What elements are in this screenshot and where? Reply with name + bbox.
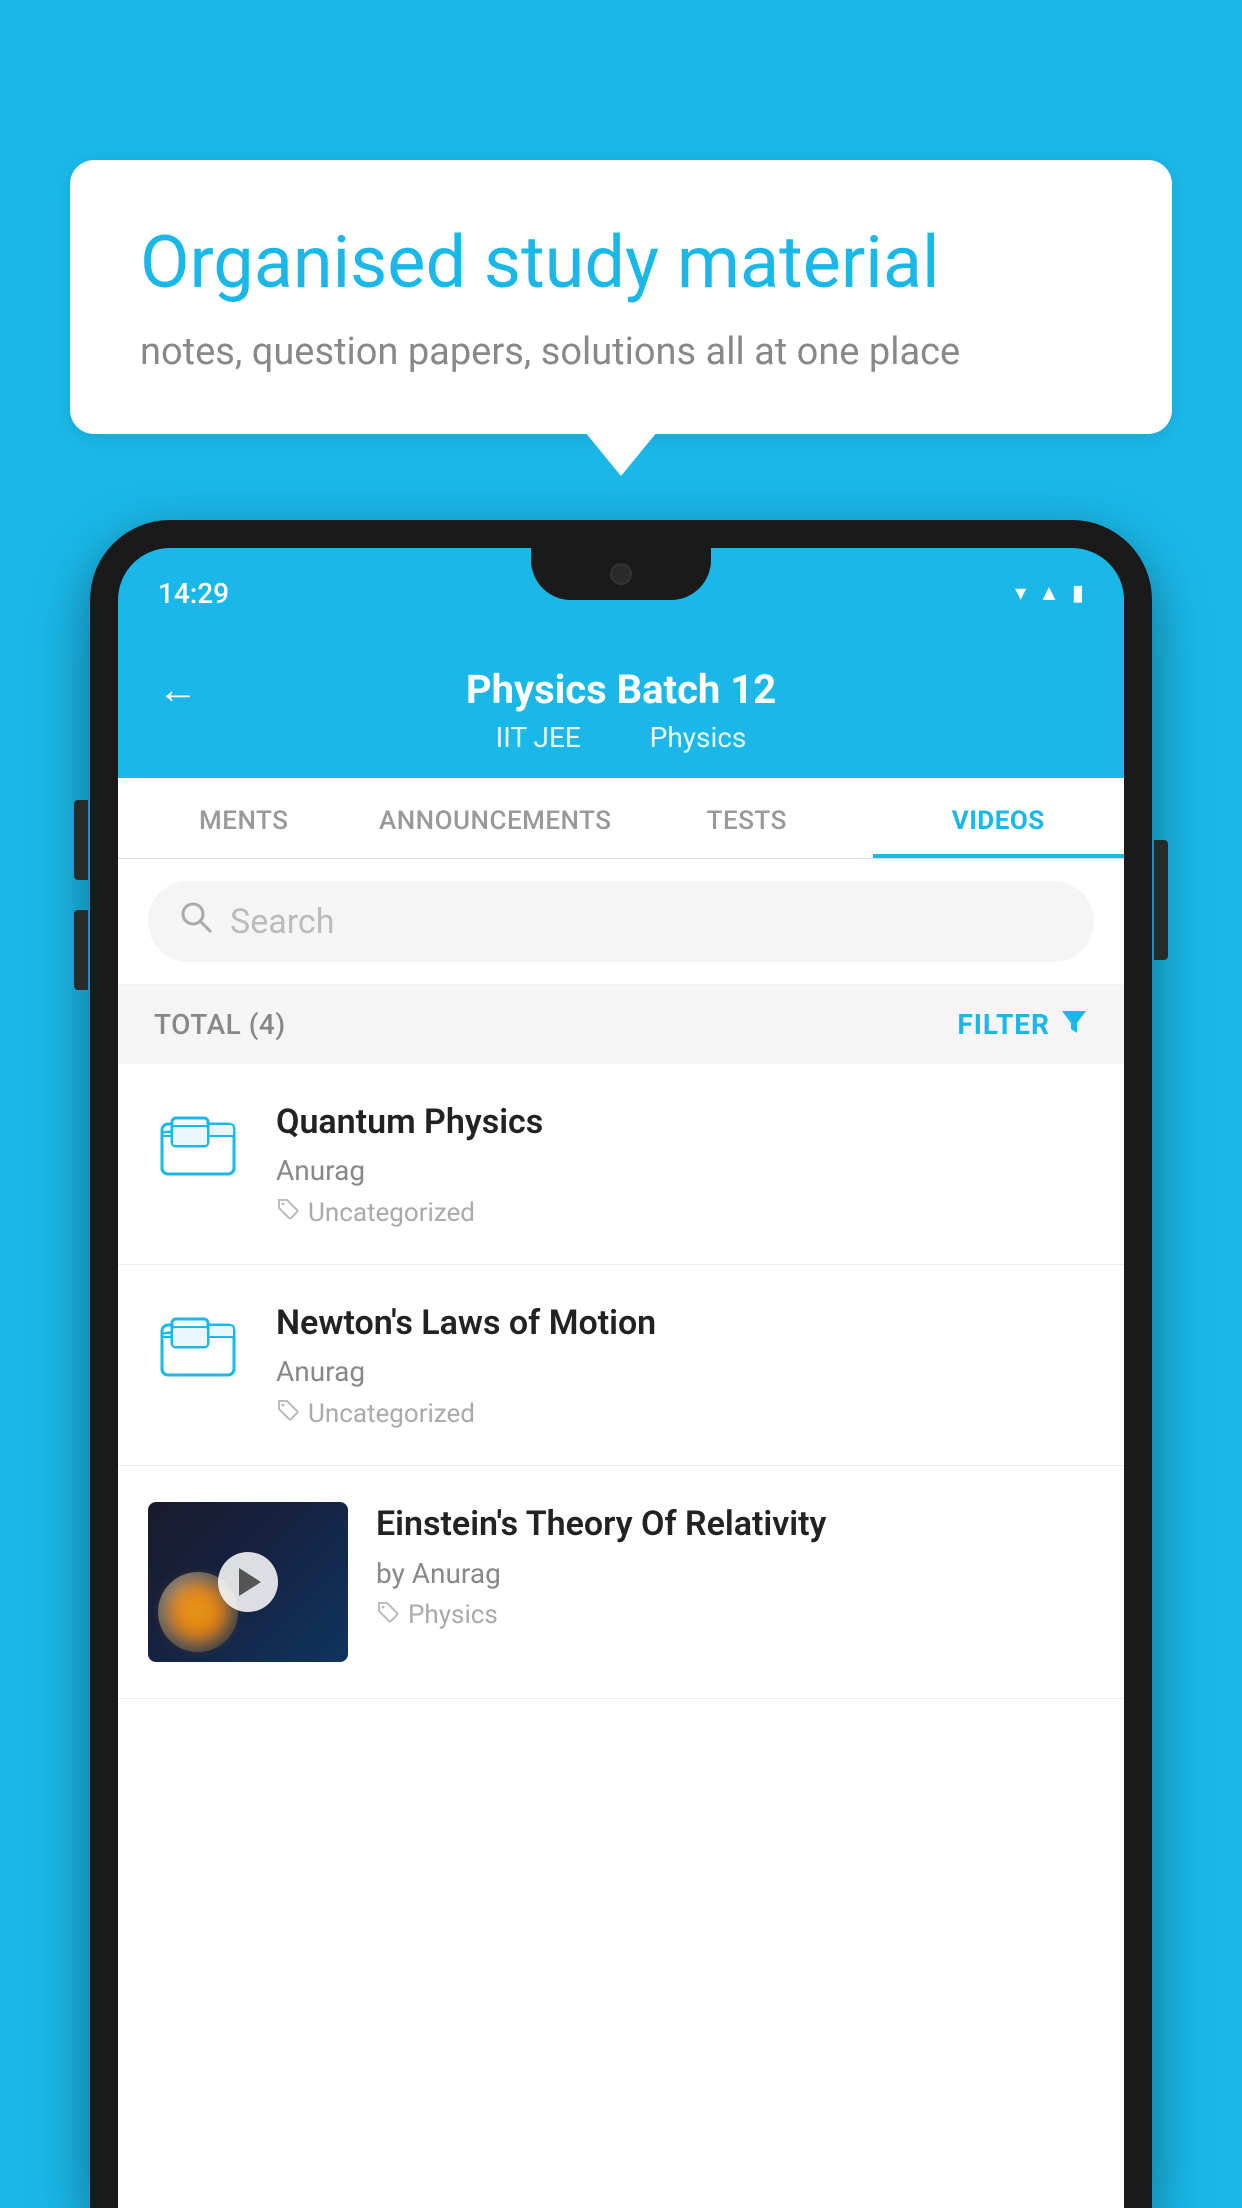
battery-icon: ▮ bbox=[1072, 581, 1084, 606]
subtitle-iitjee: IIT JEE bbox=[496, 721, 581, 754]
video-info: Quantum Physics Anurag Uncategorized bbox=[276, 1100, 1094, 1228]
back-button[interactable]: ← bbox=[158, 666, 198, 713]
play-triangle-icon bbox=[239, 1568, 261, 1596]
search-placeholder: Search bbox=[230, 902, 334, 942]
tabs-bar: MENTS ANNOUNCEMENTS TESTS VIDEOS bbox=[118, 778, 1124, 859]
video-info: Einstein's Theory Of Relativity by Anura… bbox=[376, 1502, 1094, 1630]
video-author: by Anurag bbox=[376, 1557, 1094, 1590]
page-title: Physics Batch 12 bbox=[466, 666, 776, 713]
video-author: Anurag bbox=[276, 1154, 1094, 1187]
camera-dot bbox=[610, 563, 632, 585]
tag-icon bbox=[376, 1600, 400, 1631]
filter-button[interactable]: FILTER bbox=[957, 1007, 1088, 1042]
video-tag: Physics bbox=[376, 1600, 1094, 1631]
subtitle-physics: Physics bbox=[650, 721, 747, 754]
speech-bubble-subtext: notes, question papers, solutions all at… bbox=[140, 330, 1102, 374]
tag-icon bbox=[276, 1197, 300, 1228]
video-thumbnail bbox=[148, 1502, 348, 1662]
video-title: Einstein's Theory Of Relativity bbox=[376, 1502, 1094, 1546]
phone-frame: 14:29 ▾ ▲ ▮ ← Physics Batch 12 IIT JEE P… bbox=[90, 520, 1152, 2208]
video-tag: Uncategorized bbox=[276, 1398, 1094, 1429]
tag-icon bbox=[276, 1398, 300, 1429]
speech-bubble-container: Organised study material notes, question… bbox=[70, 160, 1172, 434]
phone-notch bbox=[531, 548, 711, 600]
speech-bubble: Organised study material notes, question… bbox=[70, 160, 1172, 434]
tab-tests[interactable]: TESTS bbox=[621, 778, 873, 858]
list-item[interactable]: Quantum Physics Anurag Uncategorized bbox=[118, 1064, 1124, 1265]
folder-icon bbox=[158, 1104, 238, 1184]
search-box[interactable]: Search bbox=[148, 881, 1094, 962]
subtitle-separator bbox=[612, 721, 626, 754]
search-container: Search bbox=[118, 859, 1124, 985]
total-count: TOTAL (4) bbox=[154, 1008, 286, 1041]
video-title: Newton's Laws of Motion bbox=[276, 1301, 1094, 1345]
status-icons: ▾ ▲ ▮ bbox=[1015, 580, 1084, 606]
wifi-icon: ▾ bbox=[1015, 581, 1026, 606]
phone-screen: ← Physics Batch 12 IIT JEE Physics MENTS… bbox=[118, 638, 1124, 2208]
search-icon bbox=[178, 899, 214, 944]
video-list: Quantum Physics Anurag Uncategorized bbox=[118, 1064, 1124, 1699]
folder-icon bbox=[158, 1305, 238, 1385]
header-subtitle: IIT JEE Physics bbox=[484, 721, 759, 754]
phone-volume-up bbox=[74, 800, 88, 880]
phone-power-button bbox=[1154, 840, 1168, 960]
signal-icon: ▲ bbox=[1038, 580, 1060, 606]
header-top: ← Physics Batch 12 bbox=[158, 666, 1084, 713]
tab-ments[interactable]: MENTS bbox=[118, 778, 370, 858]
video-title: Quantum Physics bbox=[276, 1100, 1094, 1144]
tab-announcements[interactable]: ANNOUNCEMENTS bbox=[370, 778, 622, 858]
app-header: ← Physics Batch 12 IIT JEE Physics bbox=[118, 638, 1124, 778]
play-button[interactable] bbox=[218, 1552, 278, 1612]
status-bar: 14:29 ▾ ▲ ▮ bbox=[118, 548, 1124, 638]
filter-bar: TOTAL (4) FILTER bbox=[118, 985, 1124, 1064]
tab-videos[interactable]: VIDEOS bbox=[873, 778, 1125, 858]
status-time: 14:29 bbox=[158, 577, 229, 610]
speech-bubble-heading: Organised study material bbox=[140, 220, 1102, 306]
list-item[interactable]: Newton's Laws of Motion Anurag Uncategor… bbox=[118, 1265, 1124, 1466]
filter-icon bbox=[1060, 1007, 1088, 1042]
list-item[interactable]: Einstein's Theory Of Relativity by Anura… bbox=[118, 1466, 1124, 1699]
folder-icon-container bbox=[148, 1301, 248, 1385]
filter-label: FILTER bbox=[957, 1008, 1050, 1041]
folder-icon-container bbox=[148, 1100, 248, 1184]
video-info: Newton's Laws of Motion Anurag Uncategor… bbox=[276, 1301, 1094, 1429]
video-author: Anurag bbox=[276, 1355, 1094, 1388]
phone-volume-down bbox=[74, 910, 88, 990]
video-tag: Uncategorized bbox=[276, 1197, 1094, 1228]
